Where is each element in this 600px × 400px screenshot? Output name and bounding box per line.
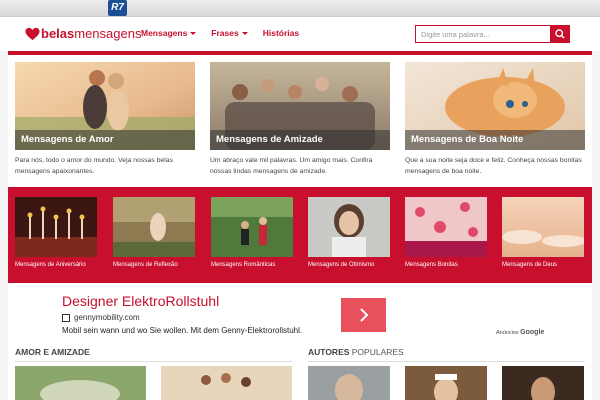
section-title-autores-bold: AUTORES xyxy=(308,347,350,357)
category-label-bonitas: Mensagens Bonitas xyxy=(405,262,458,268)
section-divider-right xyxy=(308,361,585,362)
logo-text-bold: belas xyxy=(41,26,75,41)
category-otimismo[interactable]: Mensagens de Otimismo xyxy=(308,197,390,268)
featured-title-amor: Mensagens de Amor xyxy=(15,130,195,150)
chevron-right-icon xyxy=(360,308,369,322)
featured-card-amor[interactable]: Mensagens de Amor Para nós, todo o amor … xyxy=(15,62,195,177)
chevron-down-icon xyxy=(241,32,248,36)
featured-card-amizade[interactable]: Mensagens de Amizade Um abraço vale mil … xyxy=(210,62,390,177)
author-thumb-3[interactable] xyxy=(502,366,584,400)
author-thumb-1[interactable] xyxy=(308,366,390,400)
category-reflexao[interactable]: Mensagens de Reflexão xyxy=(113,197,195,268)
section-title-autores: AUTORES POPULARES xyxy=(308,347,404,357)
featured-desc-boa-noite: Que a sua noite seja doce e feliz. Conhe… xyxy=(405,157,582,175)
ad-url-text: gennymobility.com xyxy=(74,313,140,322)
article-thumb-2[interactable] xyxy=(161,366,292,400)
category-label-aniversario: Mensagens de Aniversário xyxy=(15,262,86,268)
site-logo[interactable]: belasmensagens xyxy=(25,26,141,41)
category-label-romanticas: Mensagens Românticas xyxy=(211,262,276,268)
r7-logo[interactable]: R7 xyxy=(108,0,127,16)
author-thumb-2[interactable] xyxy=(405,366,487,400)
chevron-down-icon xyxy=(190,32,197,36)
search-input[interactable] xyxy=(415,25,550,43)
nav-frases[interactable]: Frases xyxy=(211,28,248,38)
ad-provider-name: Google xyxy=(520,329,545,336)
featured-title-amizade: Mensagens de Amizade xyxy=(210,130,390,150)
featured-image-boa-noite: Mensagens de Boa Noite xyxy=(405,62,585,150)
heart-icon xyxy=(25,27,40,40)
featured-image-amizade: Mensagens de Amizade xyxy=(210,62,390,150)
category-image-otimismo xyxy=(308,197,390,257)
ad-open-button[interactable] xyxy=(341,298,386,332)
site-header: belasmensagens Mensagens Frases História… xyxy=(0,17,600,51)
section-title-amor-amizade: AMOR E AMIZADE xyxy=(15,347,90,357)
category-image-romanticas xyxy=(211,197,293,257)
featured-card-boa-noite[interactable]: Mensagens de Boa Noite Que a sua noite s… xyxy=(405,62,585,177)
nav-mensagens-label: Mensagens xyxy=(141,28,188,38)
logo-text-normal: mensagens xyxy=(74,26,142,41)
ad-link-icon xyxy=(62,313,70,322)
featured-image-amor: Mensagens de Amor xyxy=(15,62,195,150)
category-label-otimismo: Mensagens de Otimismo xyxy=(308,262,375,268)
category-label-reflexao: Mensagens de Reflexão xyxy=(113,262,178,268)
category-bonitas[interactable]: Mensagens Bonitas xyxy=(405,197,487,268)
category-image-aniversario xyxy=(15,197,97,257)
main-nav: Mensagens Frases Histórias xyxy=(141,28,299,38)
category-image-reflexao xyxy=(113,197,195,257)
nav-historias-label: Histórias xyxy=(262,28,300,38)
nav-frases-label: Frases xyxy=(211,28,239,38)
nav-historias[interactable]: Histórias xyxy=(263,28,299,38)
featured-title-boa-noite: Mensagens de Boa Noite xyxy=(405,130,585,150)
search-button[interactable] xyxy=(550,25,570,43)
search-box xyxy=(415,25,570,43)
category-aniversario[interactable]: Mensagens de Aniversário xyxy=(15,197,97,268)
search-icon xyxy=(555,29,565,39)
ad-provider[interactable]: Anúncios Google xyxy=(496,329,544,336)
category-image-deus xyxy=(502,197,584,257)
featured-desc-amizade: Um abraço vale mil palavras. Um amigo ma… xyxy=(210,157,373,175)
categories-band: Mensagens de Aniversário Mensagens de Re… xyxy=(8,187,592,283)
portal-top-bar: R7 xyxy=(0,0,600,17)
section-divider-left xyxy=(15,361,292,362)
section-title-amor-amizade-text: AMOR E AMIZADE xyxy=(15,347,90,357)
category-label-deus: Mensagens de Deus xyxy=(502,262,558,268)
ad-url[interactable]: gennymobility.com xyxy=(62,313,140,322)
ad-title[interactable]: Designer ElektroRollstuhl xyxy=(62,293,219,309)
category-image-bonitas xyxy=(405,197,487,257)
section-title-autores-rest: POPULARES xyxy=(349,347,404,357)
ad-provider-prefix: Anúncios xyxy=(496,330,519,336)
category-deus[interactable]: Mensagens de Deus xyxy=(502,197,584,268)
nav-mensagens[interactable]: Mensagens xyxy=(141,28,197,38)
featured-desc-amor: Para nós, todo o amor do mundo. Veja nos… xyxy=(15,157,173,175)
category-romanticas[interactable]: Mensagens Românticas xyxy=(211,197,293,268)
article-thumb-1[interactable] xyxy=(15,366,146,400)
ad-description: Mobil sein wann und wo Sie wollen. Mit d… xyxy=(62,326,303,335)
